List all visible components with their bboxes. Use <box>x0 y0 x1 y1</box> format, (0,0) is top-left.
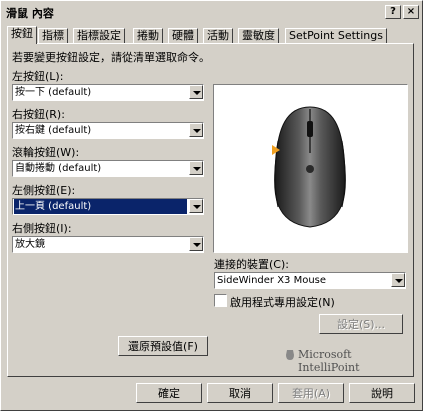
right-side-button-combo[interactable]: 放大鏡 <box>12 236 204 253</box>
tab-pointers[interactable]: 指標 <box>38 28 68 43</box>
tab-setpoint-settings[interactable]: SetPoint Settings <box>285 28 387 43</box>
wheel-button-value: 自動捲動 (default) <box>15 163 102 174</box>
right-button-label: 右按鈕(R): <box>12 108 65 121</box>
tab-pointer-options[interactable]: 指標設定 <box>73 28 125 43</box>
chevron-down-icon[interactable] <box>189 85 203 99</box>
mouse-properties-dialog: 滑鼠 內容 ? × 按鈕 指標 指標設定 捲動 硬體 活動 靈敏度 SetPoi… <box>0 0 423 411</box>
wheel-button-combo[interactable]: 自動捲動 (default) <box>12 160 204 177</box>
intellipoint-logo-icon <box>286 350 294 360</box>
tab-buttons[interactable]: 按鈕 <box>7 26 37 44</box>
ok-button[interactable]: 確定 <box>136 383 202 403</box>
left-side-button-label: 左側按鈕(E): <box>12 184 76 197</box>
right-side-button-value: 放大鏡 <box>15 239 45 250</box>
tab-hardware[interactable]: 硬體 <box>168 28 198 43</box>
chevron-down-icon[interactable] <box>189 237 203 251</box>
tab-sensitivity[interactable]: 靈敏度 <box>238 28 279 43</box>
right-button-value: 按右鍵 (default) <box>15 125 92 136</box>
help-title-button[interactable]: ? <box>385 5 401 19</box>
restore-defaults-button[interactable]: 還原預設值(F) <box>118 336 208 356</box>
help-button[interactable]: 說明 <box>349 383 415 403</box>
mouse-image-box <box>213 84 408 253</box>
title-bar: 滑鼠 內容 ? × <box>4 4 419 20</box>
chevron-down-icon[interactable] <box>391 273 405 287</box>
tab-activity[interactable]: 活動 <box>203 28 233 43</box>
left-button-combo[interactable]: 按一下 (default) <box>12 84 204 101</box>
close-title-button[interactable]: × <box>403 5 419 19</box>
instruction-text: 若要變更按鈕設定，請從清單選取命令。 <box>12 51 210 64</box>
settings-button[interactable]: 設定(S)... <box>319 314 403 334</box>
apply-button[interactable]: 套用(A) <box>278 383 344 403</box>
wheel-button-label: 滾輪按鈕(W): <box>12 146 80 159</box>
right-button-combo[interactable]: 按右鍵 (default) <box>12 122 204 139</box>
device-label: 連接的裝置(C): <box>214 258 289 271</box>
chevron-down-icon[interactable] <box>189 123 203 137</box>
buttons-panel: 若要變更按鈕設定，請從清單選取命令。 左按鈕(L): 按一下 (default)… <box>7 43 414 377</box>
chevron-down-icon[interactable] <box>189 161 203 175</box>
brand-label: Microsoft IntelliPoint <box>298 348 360 374</box>
mouse-illustration <box>272 106 346 228</box>
left-button-label: 左按鈕(L): <box>12 70 64 83</box>
left-side-button-combo[interactable]: 上一頁 (default) <box>12 198 204 215</box>
app-specific-checkbox[interactable] <box>214 294 227 307</box>
app-specific-label: 啟用程式專用設定(N) <box>230 296 335 309</box>
device-combo[interactable]: SideWinder X3 Mouse <box>214 272 406 289</box>
tab-scrolling[interactable]: 捲動 <box>133 28 163 43</box>
window-title: 滑鼠 內容 <box>6 7 54 20</box>
cancel-button[interactable]: 取消 <box>207 383 273 403</box>
device-value: SideWinder X3 Mouse <box>217 275 327 286</box>
chevron-down-icon[interactable] <box>189 199 203 213</box>
left-side-button-value: 上一頁 (default) <box>14 199 187 214</box>
left-button-value: 按一下 (default) <box>15 87 92 98</box>
right-side-button-label: 右側按鈕(I): <box>12 222 72 235</box>
